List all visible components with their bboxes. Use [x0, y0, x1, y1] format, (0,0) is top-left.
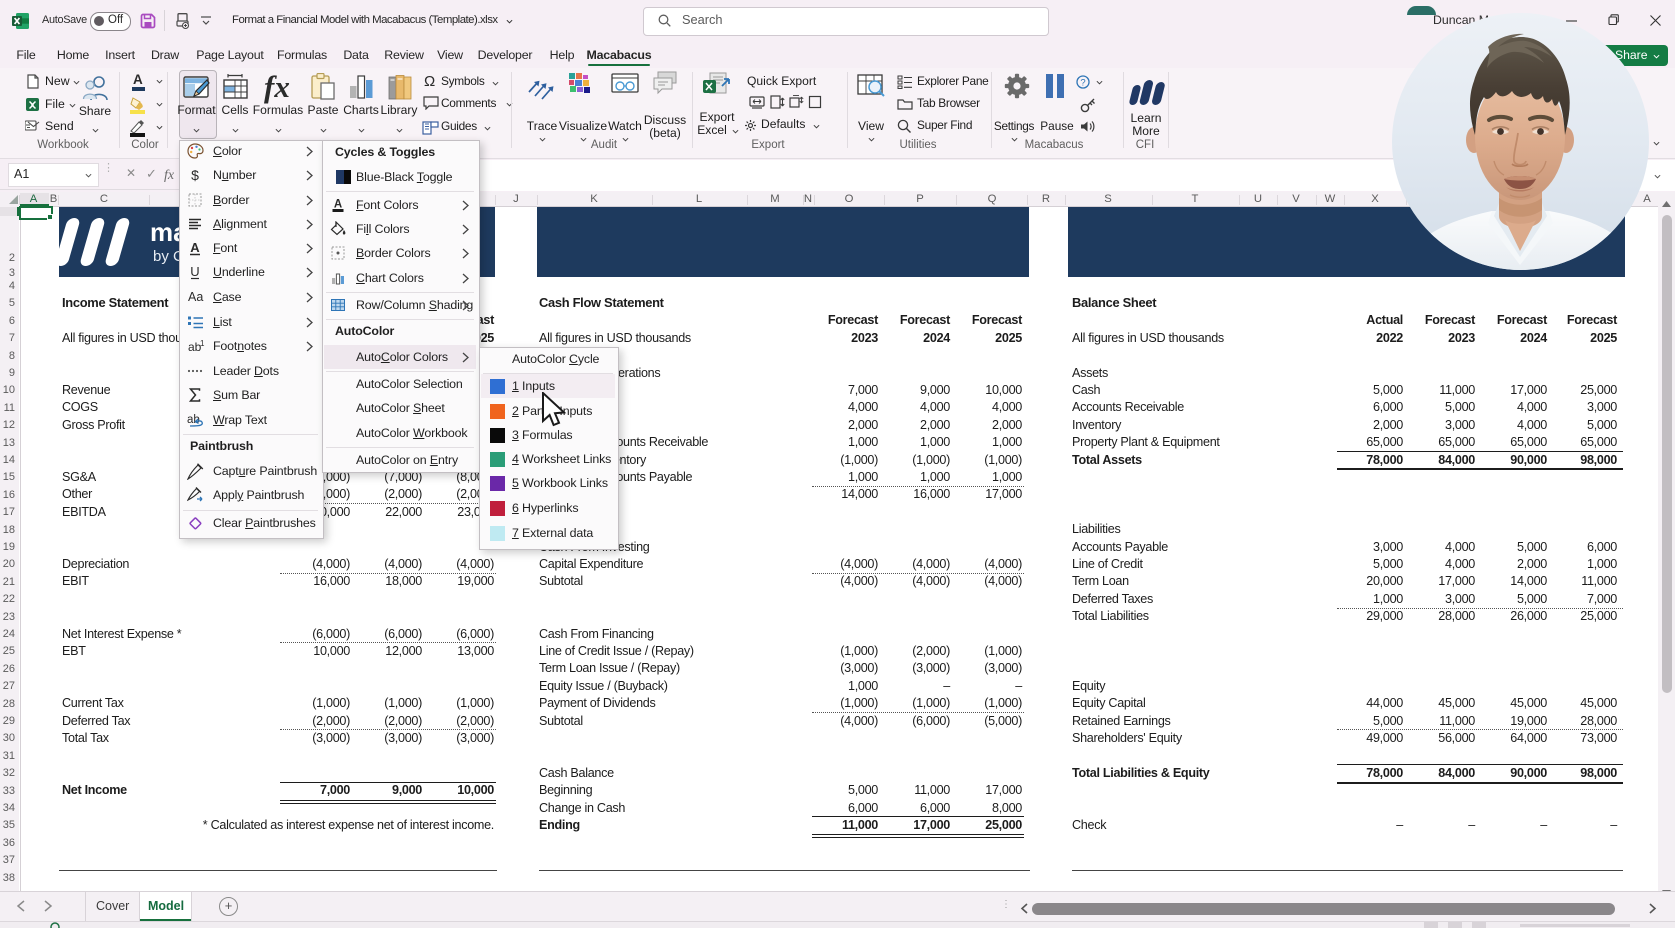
- svg-text:1: 1: [200, 339, 205, 348]
- svg-text:?: ?: [1080, 78, 1085, 89]
- svg-text:$: $: [191, 167, 199, 183]
- svg-text:Aa: Aa: [188, 290, 203, 304]
- svg-text:U: U: [190, 264, 199, 279]
- svg-text:A: A: [190, 240, 200, 255]
- svg-text:A: A: [334, 198, 342, 210]
